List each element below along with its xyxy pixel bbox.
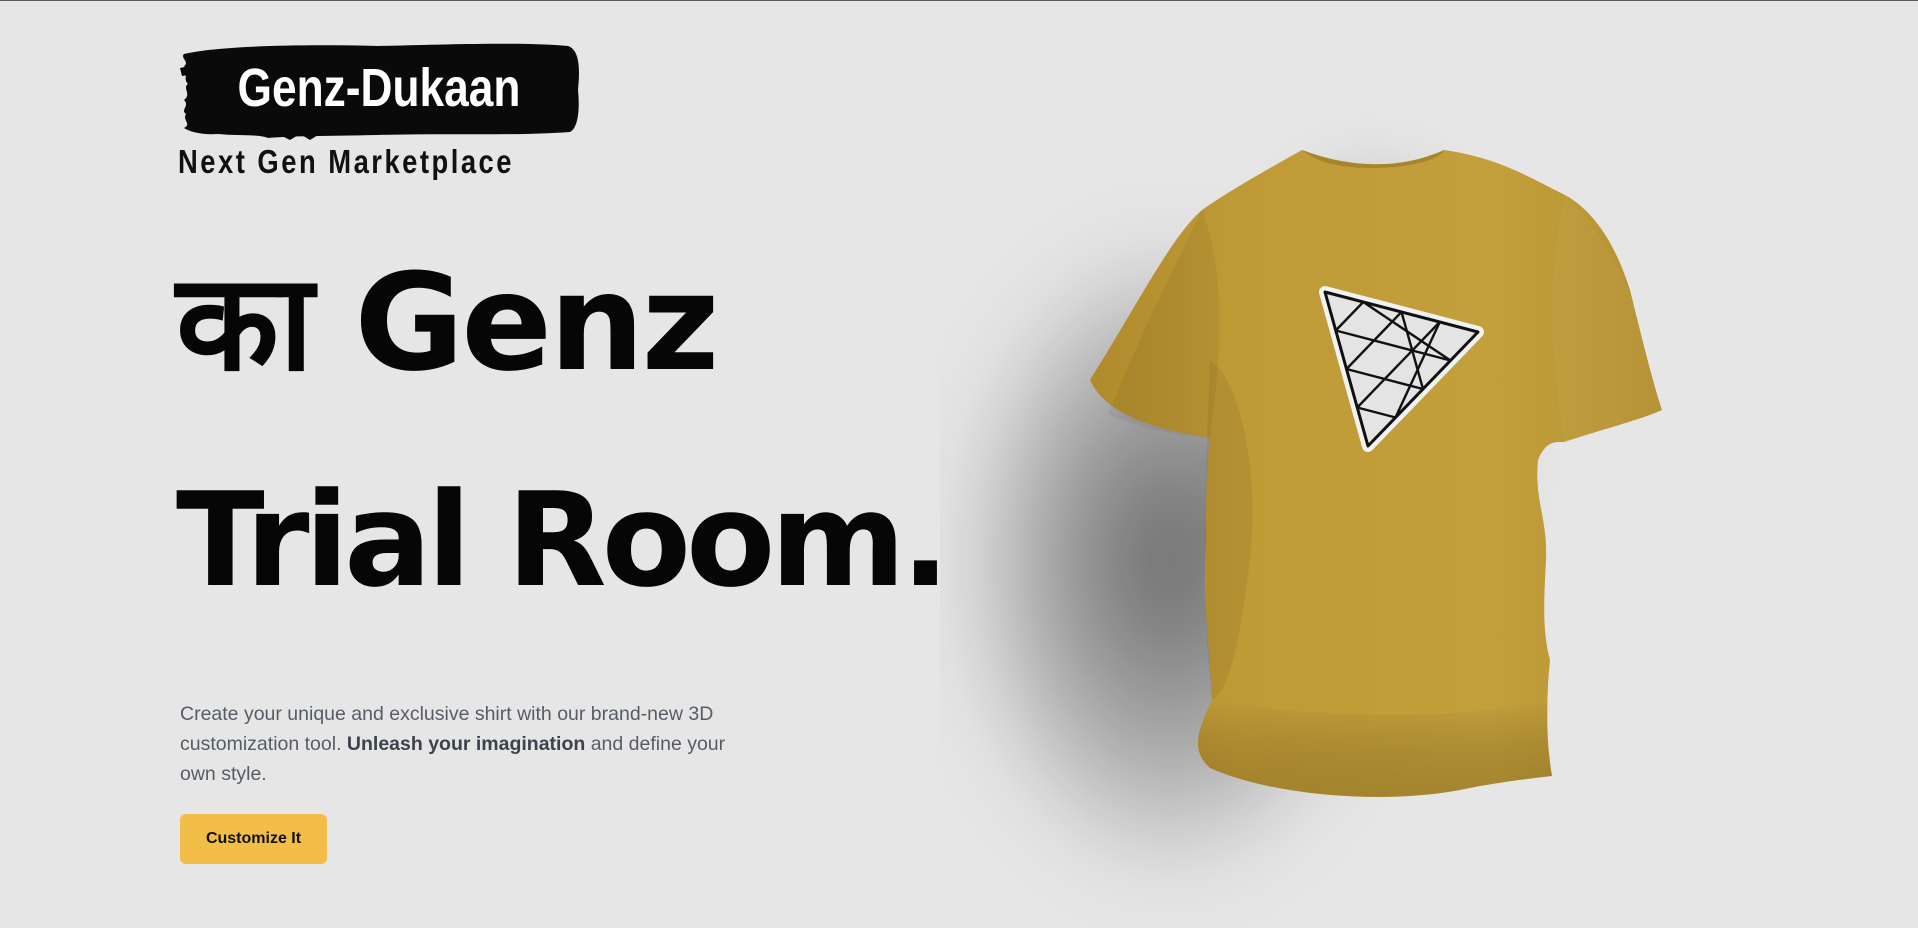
hero-description: Create your unique and exclusive shirt w… <box>180 699 740 789</box>
shirt-canvas <box>950 150 1662 890</box>
brand-logo[interactable]: Genz-Dukaan Next Gen Marketplace <box>178 40 580 186</box>
brand-name: Genz-Dukaan <box>237 58 521 118</box>
hero-headline-line1: का Genz <box>176 245 720 401</box>
shirt-3d-viewer[interactable] <box>940 0 1918 928</box>
description-emphasis: Unleash your imagination <box>346 733 586 755</box>
hero-headline-line2: Trial Room. <box>176 464 950 616</box>
brand-tagline: Next Gen Marketplace <box>178 143 514 180</box>
customize-button[interactable]: Customize It <box>180 814 327 864</box>
home-page: Genz-Dukaan Next Gen Marketplace का Genz… <box>0 0 1918 928</box>
